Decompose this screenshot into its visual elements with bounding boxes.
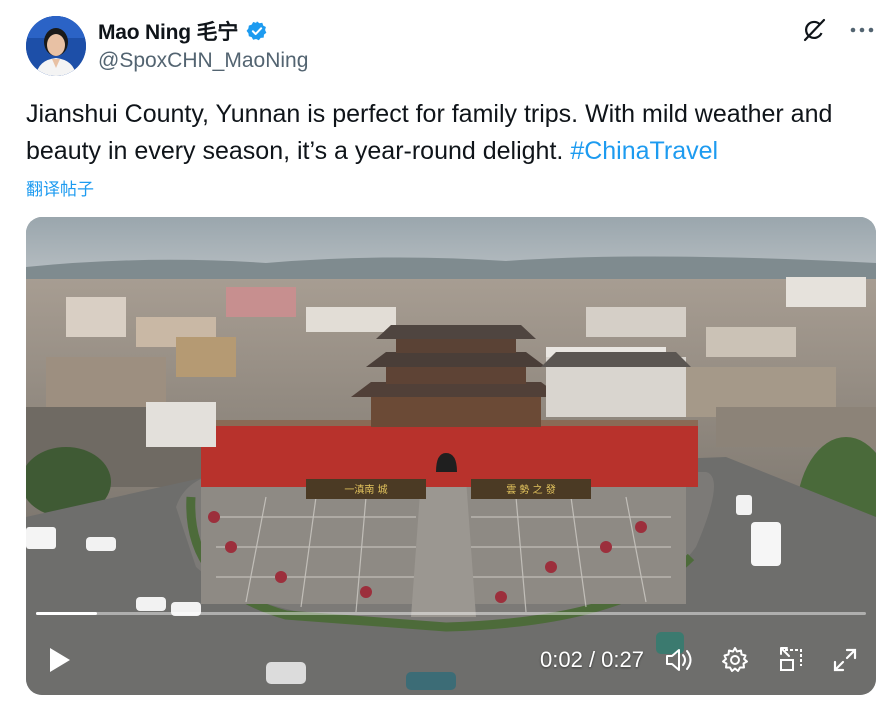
video-player[interactable]: 一滇南 城 雲 勢 之 發 0:02 / 0:27 [26, 217, 876, 695]
video-current-time: 0:02 [540, 647, 583, 672]
minimize-dock-icon[interactable] [774, 643, 808, 677]
play-icon[interactable] [42, 643, 76, 677]
person-portrait-icon [26, 16, 86, 76]
author-display-name[interactable]: Mao Ning 毛宁 [98, 16, 238, 46]
tweet-actions-top [800, 16, 876, 44]
video-timecode: 0:02 / 0:27 [540, 647, 644, 673]
verified-badge-icon [246, 20, 268, 42]
gear-icon[interactable] [718, 643, 752, 677]
video-progress-track[interactable] [36, 612, 866, 615]
video-controls: 0:02 / 0:27 [26, 625, 876, 695]
tweet-text: Jianshui County, Yunnan is perfect for f… [26, 96, 856, 170]
author-name-row: Mao Ning 毛宁 [98, 16, 268, 46]
gate-sign-right: 雲 勢 之 發 [506, 483, 556, 496]
volume-icon[interactable] [662, 643, 696, 677]
grok-slash-icon[interactable] [800, 16, 828, 44]
video-time-separator: / [582, 647, 602, 672]
author-handle[interactable]: @SpoxCHN_MaoNing [98, 49, 308, 73]
avatar[interactable] [26, 16, 86, 76]
video-progress-fill [36, 612, 98, 615]
video-frame-aerial-town: 一滇南 城 雲 勢 之 發 [26, 217, 876, 695]
fullscreen-icon[interactable] [828, 643, 862, 677]
more-dots-icon[interactable] [848, 16, 876, 44]
video-duration: 0:27 [601, 647, 644, 672]
hashtag-link[interactable]: #ChinaTravel [570, 137, 718, 165]
translate-post-link[interactable]: 翻译帖子 [26, 175, 94, 200]
gate-sign-left: 一滇南 城 [344, 483, 387, 496]
